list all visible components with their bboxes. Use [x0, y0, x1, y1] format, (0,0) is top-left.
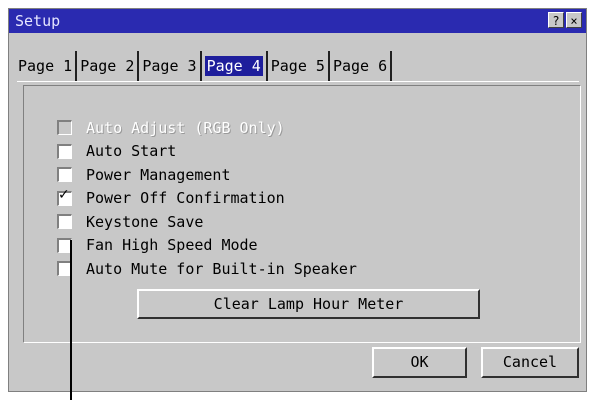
title-bar: Setup ? ×: [9, 9, 586, 33]
clear-lamp-hour-meter-button[interactable]: Clear Lamp Hour Meter: [137, 289, 480, 319]
auto-adjust-checkbox: [57, 120, 72, 136]
auto-start-label: Auto Start: [86, 142, 177, 161]
option-auto-start[interactable]: Auto Start: [57, 140, 357, 164]
tab-label: Page 4: [204, 56, 263, 76]
option-fan-high-speed[interactable]: Fan High Speed Mode: [57, 234, 357, 258]
tab-label: Page 1: [18, 57, 73, 75]
option-auto-mute[interactable]: Auto Mute for Built-in Speaker: [57, 257, 357, 281]
option-keystone-save[interactable]: Keystone Save: [57, 210, 357, 234]
tab-page-1[interactable]: Page 1: [15, 51, 78, 81]
close-button[interactable]: ×: [566, 12, 582, 28]
tab-page-6[interactable]: Page 6: [330, 51, 393, 81]
power-off-confirmation-label: Power Off Confirmation: [86, 189, 285, 208]
cancel-button[interactable]: Cancel: [481, 347, 579, 378]
options-list: Auto Adjust (RGB Only) Auto Start Power …: [57, 116, 357, 281]
fan-high-speed-label: Fan High Speed Mode: [86, 236, 258, 255]
auto-start-checkbox[interactable]: [57, 143, 72, 159]
tab-label: Page 6: [332, 57, 388, 75]
option-power-off-confirmation[interactable]: ✓ Power Off Confirmation: [57, 187, 357, 211]
ok-button[interactable]: OK: [372, 347, 467, 378]
tab-label: Page 3: [142, 57, 197, 75]
power-off-confirmation-checkbox[interactable]: ✓: [57, 187, 72, 206]
tab-label: Page 2: [80, 57, 135, 75]
power-management-label: Power Management: [86, 165, 231, 184]
callout-leader-line: [70, 240, 72, 400]
option-power-management[interactable]: Power Management: [57, 163, 357, 187]
check-mark-icon: ✓: [58, 186, 70, 203]
keystone-save-label: Keystone Save: [86, 212, 204, 231]
keystone-save-checkbox[interactable]: [57, 214, 72, 230]
setup-dialog: Setup ? × Page 1 Page 2 Page 3 Page 4 Pa…: [8, 8, 587, 392]
help-button[interactable]: ?: [548, 12, 564, 28]
auto-adjust-label: Auto Adjust (RGB Only): [86, 118, 285, 137]
window-title: Setup: [15, 12, 61, 30]
power-management-checkbox[interactable]: [57, 167, 72, 183]
title-buttons: ? ×: [548, 12, 582, 28]
tab-page-2[interactable]: Page 2: [77, 51, 140, 81]
tab-bar: Page 1 Page 2 Page 3 Page 4 Page 5 Page …: [15, 51, 393, 81]
tab-page-5[interactable]: Page 5: [268, 51, 330, 81]
option-auto-adjust: Auto Adjust (RGB Only): [57, 116, 357, 140]
tab-page-4[interactable]: Page 4: [202, 51, 268, 81]
auto-mute-label: Auto Mute for Built-in Speaker: [86, 259, 357, 278]
tab-divider: [17, 81, 579, 82]
tab-label: Page 5: [270, 57, 325, 75]
tab-page-3[interactable]: Page 3: [139, 51, 202, 81]
